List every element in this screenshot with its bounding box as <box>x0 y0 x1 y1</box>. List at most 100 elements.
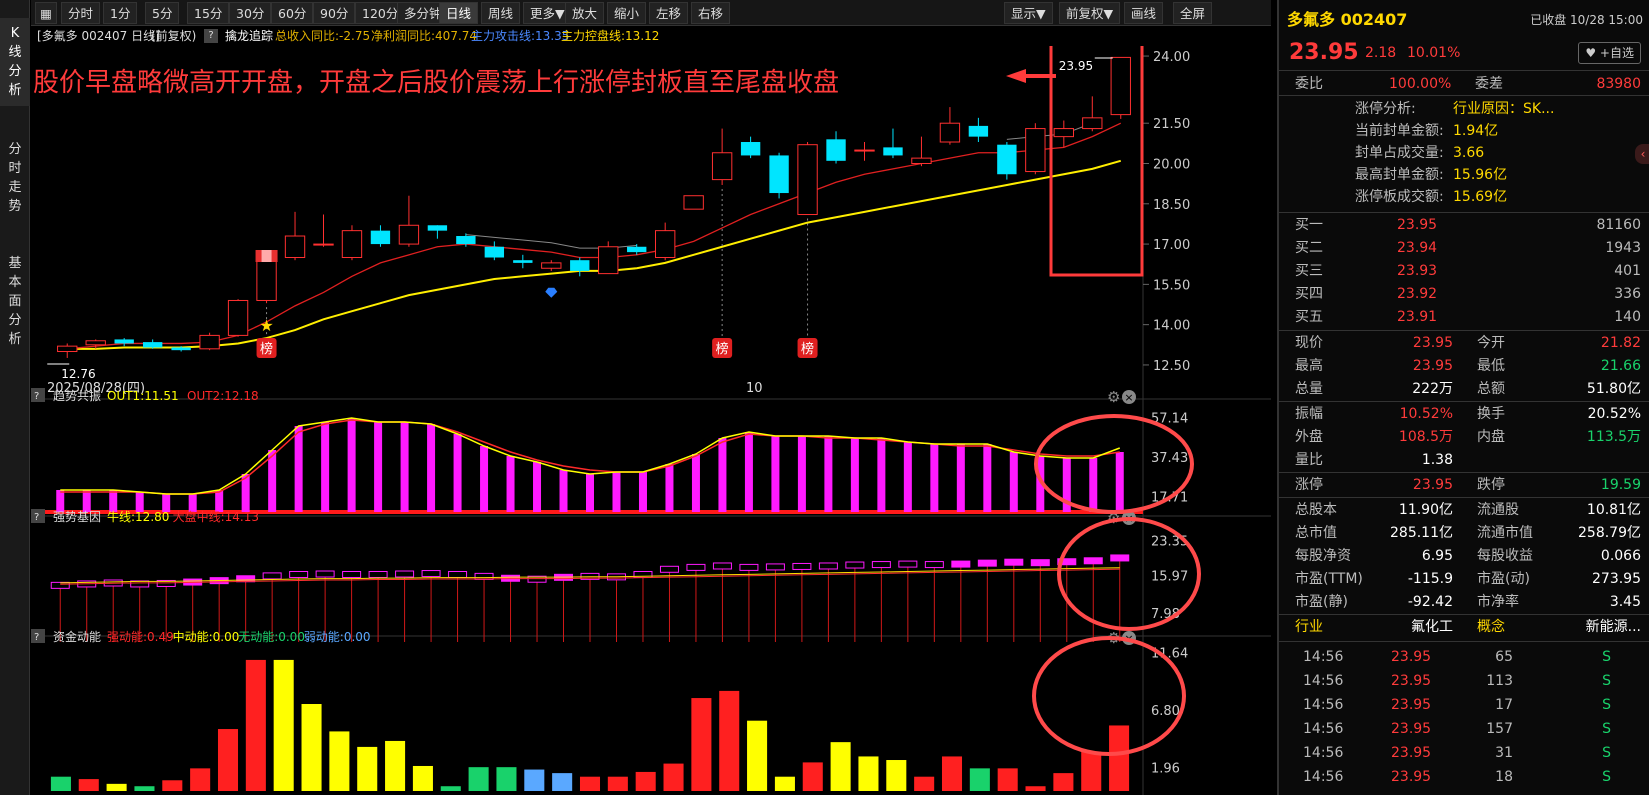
toolbar-right-btn-3[interactable]: 全屏 <box>1173 2 1213 24</box>
weicha-value: 83980 <box>1596 76 1641 92</box>
toolbar-btn-13[interactable]: 缩小 <box>607 2 647 24</box>
candle-body[interactable] <box>313 243 334 246</box>
toolbar-btn-3[interactable]: 15分 <box>187 2 230 24</box>
collapse-arrow-icon[interactable]: ‹ <box>1635 144 1649 164</box>
candle-body[interactable] <box>85 340 106 346</box>
bid-price[interactable]: 23.95 <box>1397 214 1437 237</box>
momentum-bar <box>496 767 517 791</box>
candle-body[interactable] <box>427 225 448 231</box>
candle-body[interactable] <box>513 260 533 263</box>
panel-row: 当前封单金额: 1.94亿 <box>1279 120 1649 142</box>
toolbar-btn-1[interactable]: 1分 <box>103 2 138 24</box>
gear-icon[interactable]: ⚙ <box>1107 388 1120 406</box>
candle-body[interactable] <box>1053 128 1074 138</box>
toolbar-btn-9[interactable]: 日线 <box>439 2 479 24</box>
candle-body[interactable] <box>398 224 420 245</box>
panel-row: 行业 氟化工 概念 新能源... <box>1279 616 1649 639</box>
panel-row: 买二 23.94 1943 <box>1279 237 1649 260</box>
gene-block <box>871 561 891 569</box>
panel-legend-item: 无动能:0.00 <box>238 630 305 644</box>
momentum-bar <box>719 690 740 791</box>
toolbar-btn-15[interactable]: 右移 <box>691 2 731 24</box>
y-tick-label: 17.00 <box>1153 238 1190 253</box>
toolbar-btn-12[interactable]: 放大 <box>565 2 605 24</box>
gene-block <box>315 570 335 578</box>
candle-body[interactable] <box>627 246 647 253</box>
candle-body[interactable] <box>968 125 989 137</box>
add-watchlist-button[interactable]: ♥ +自选 <box>1578 42 1641 64</box>
candle-body[interactable] <box>142 342 163 348</box>
candle-body[interactable] <box>284 235 306 259</box>
tick-side: S <box>1602 721 1611 737</box>
candle-body[interactable] <box>939 122 961 143</box>
chart-svg[interactable]: 24.00 21.50 20.00 18.50 17.00 15.50 14.00 12.50… <box>31 40 1271 795</box>
toolbar-btn-10[interactable]: 周线 <box>481 2 521 24</box>
help-icon[interactable]: ? <box>204 29 218 43</box>
candle-body[interactable] <box>1082 117 1103 130</box>
y-tick-label: 18.50 <box>1153 198 1190 213</box>
candle-body[interactable] <box>171 347 191 351</box>
toolbar-btn-0[interactable]: 分时 <box>61 2 101 24</box>
candle-body[interactable] <box>655 230 676 259</box>
tick-volume: 17 <box>1495 697 1513 713</box>
panel-row: 市盈(静) -92.42 市净率 3.45 <box>1279 591 1649 614</box>
toolbar-btn-2[interactable]: 5分 <box>145 2 180 24</box>
toolbar-right-btn-1[interactable]: 前复权▼ <box>1059 2 1121 24</box>
panel-legend-item: 强动能:0.49 <box>107 630 174 644</box>
side-tab-2[interactable]: 基本面分析 <box>0 248 30 355</box>
candle-body[interactable] <box>711 152 733 181</box>
candle-body[interactable] <box>997 144 1017 175</box>
candle-body[interactable] <box>883 147 903 156</box>
side-tab-0[interactable]: K线分析 <box>0 18 30 106</box>
bid-price[interactable]: 23.94 <box>1397 237 1437 260</box>
tick-price: 23.95 <box>1391 745 1432 761</box>
side-tab-1[interactable]: 分时走势 <box>0 134 30 222</box>
candle-body[interactable] <box>570 260 590 271</box>
toolbar-btn-5[interactable]: 60分 <box>271 2 314 24</box>
panel-help-icon-glyph: ? <box>34 512 39 523</box>
candle-body[interactable] <box>826 139 846 161</box>
candle-body[interactable] <box>541 262 562 269</box>
candle-body[interactable] <box>456 236 476 245</box>
momentum-bar <box>524 769 545 791</box>
stat-label: 市盈(静) <box>1295 594 1348 610</box>
y-tick-label: 15.50 <box>1153 278 1190 293</box>
bid-price[interactable]: 23.93 <box>1397 260 1437 283</box>
candle-body[interactable] <box>227 299 249 336</box>
concept-value[interactable]: 新能源... <box>1586 616 1641 639</box>
candle-body[interactable] <box>854 149 875 152</box>
grid-icon[interactable]: ▦ <box>35 2 57 24</box>
toolbar-btn-14[interactable]: 左移 <box>649 2 689 24</box>
candle-body[interactable] <box>341 230 363 259</box>
stat-label: 总量 <box>1295 381 1323 397</box>
bid-price[interactable]: 23.91 <box>1397 306 1437 329</box>
candle-body[interactable] <box>114 339 134 344</box>
candle-body[interactable] <box>256 259 277 301</box>
toolbar-btn-4[interactable]: 30分 <box>229 2 272 24</box>
momentum-bar <box>830 742 851 791</box>
stat-label: 总股本 <box>1295 502 1337 518</box>
panel-title: 强势基因 <box>53 510 101 524</box>
candle-body[interactable] <box>57 345 78 353</box>
bid-price[interactable]: 23.92 <box>1397 283 1437 306</box>
candle-body[interactable] <box>199 334 220 350</box>
close-icon-glyph: × <box>1124 391 1133 404</box>
momentum-bar <box>552 773 573 791</box>
stat-label: 市净率 <box>1477 594 1519 610</box>
candle-body[interactable] <box>1110 56 1131 116</box>
candle-body[interactable] <box>598 246 619 275</box>
toolbar-right-btn-0[interactable]: 显示▼ <box>1004 2 1053 24</box>
candle-body[interactable] <box>484 246 505 258</box>
candle-body[interactable] <box>1025 128 1046 173</box>
side-tab-char: 析 <box>8 332 22 347</box>
toolbar-right-btn-2[interactable]: 画线 <box>1124 2 1164 24</box>
candle-body[interactable] <box>797 144 818 216</box>
candle-body[interactable] <box>769 155 789 194</box>
candle-body[interactable] <box>370 230 391 245</box>
chart-area[interactable]: 24.00 21.50 20.00 18.50 17.00 15.50 14.00 12.50… <box>31 40 1271 795</box>
candle-body[interactable] <box>911 157 932 164</box>
industry-value[interactable]: 氟化工 <box>1411 616 1453 639</box>
candle-body[interactable] <box>683 195 704 210</box>
toolbar-btn-6[interactable]: 90分 <box>313 2 356 24</box>
candle-body[interactable] <box>740 142 761 156</box>
